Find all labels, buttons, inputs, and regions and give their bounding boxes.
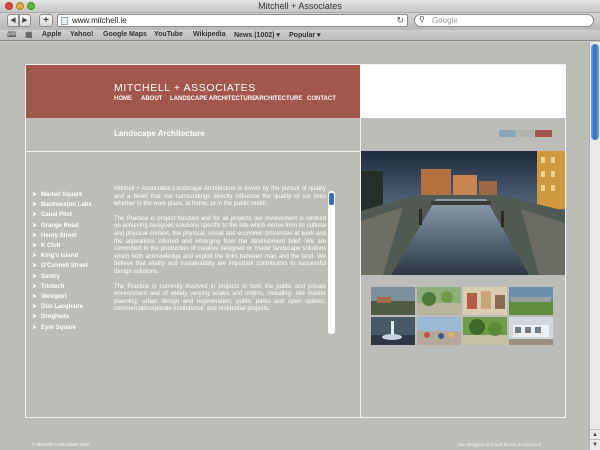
thumbnail[interactable] (509, 317, 553, 345)
bookmarks-book-icon[interactable]: 🕮 (7, 31, 18, 39)
page-icon (61, 17, 68, 25)
nav-contact[interactable]: CONTACT (307, 96, 336, 102)
intro-paragraph: The Practice is currently involved in pr… (114, 283, 326, 313)
color-swatch-red[interactable] (535, 130, 552, 137)
site-logo-text[interactable]: MITCHELL + ASSOCIATES (114, 82, 256, 94)
project-link[interactable]: ➤ Henry Street (32, 232, 77, 239)
nav-architecture[interactable]: ARCHITECTURE (255, 96, 302, 102)
window-title: Mitchell + Associates (258, 1, 342, 11)
web-page: MITCHELL + ASSOCIATES HOME ABOUT LANDSCA… (0, 42, 589, 450)
project-link[interactable]: ➤ Trintech (32, 283, 64, 290)
arrow-icon: ➤ (32, 212, 38, 219)
thumbnail[interactable] (371, 317, 415, 345)
arrow-icon: ➤ (32, 314, 38, 321)
thumbnail[interactable] (417, 317, 461, 345)
arrow-icon: ➤ (32, 243, 38, 249)
window-titlebar: Mitchell + Associates (0, 0, 600, 13)
arrow-icon: ➤ (32, 304, 38, 311)
reload-icon[interactable]: ↻ (396, 15, 404, 26)
intro-text: Mitchell + Associates Landscape Architec… (114, 186, 326, 321)
scroll-up-icon[interactable]: ▲ (590, 429, 600, 439)
url-text: www.mitchell.ie (72, 16, 127, 25)
arrow-icon: ➤ (32, 202, 38, 209)
main-project-photo (361, 151, 565, 275)
nav-about[interactable]: ABOUT (141, 96, 162, 102)
forward-button[interactable]: ▶ (19, 14, 31, 27)
top-sites-grid-icon[interactable]: ▦ (25, 31, 34, 39)
bookmarks-bar: 🕮 ▦ Apple Yahoo! Google Maps YouTube Wik… (0, 30, 600, 41)
address-bar[interactable]: www.mitchell.ie ↻ (57, 14, 408, 27)
thumbnail[interactable] (509, 287, 553, 315)
nav-landscape-architecture[interactable]: LANDSCAPE ARCHITECTURE (170, 96, 256, 102)
project-link[interactable]: ➤ Drogheda (32, 313, 69, 320)
search-icon: ⚲ (419, 15, 425, 24)
page-scroll-thumb[interactable] (591, 44, 599, 140)
project-link[interactable]: ➤ O'Connell Street (32, 262, 88, 269)
project-link[interactable]: ➤ Eyre Square (32, 324, 76, 331)
bookmark-apple[interactable]: Apple (42, 31, 61, 38)
project-link[interactable]: ➤ Dún Laoghaire (32, 303, 83, 310)
arrow-icon: ➤ (32, 294, 38, 300)
page-scrollbar[interactable]: ▲ ▼ (589, 42, 600, 450)
nav-home[interactable]: HOME (114, 96, 132, 102)
arrow-icon: ➤ (32, 273, 38, 280)
intro-paragraph: Mitchell + Associates Landscape Architec… (114, 186, 326, 208)
bookmark-news[interactable]: News (1002) ▾ (234, 31, 280, 39)
thumbnail[interactable] (417, 287, 461, 315)
thumbnail[interactable] (371, 287, 415, 315)
text-scroll-thumb[interactable] (329, 193, 334, 205)
color-swatch-grey[interactable] (517, 130, 534, 137)
project-link[interactable]: ➤ Santry (32, 273, 60, 280)
header-banner: MITCHELL + ASSOCIATES HOME ABOUT LANDSCA… (26, 65, 360, 118)
back-button[interactable]: ◀ (7, 14, 19, 27)
text-scrollbar[interactable] (328, 191, 335, 334)
project-link[interactable]: ➤ K Club (32, 242, 60, 249)
bookmark-yahoo[interactable]: Yahoo! (70, 31, 93, 38)
project-link[interactable]: ➤ King's Island (32, 252, 78, 259)
project-link[interactable]: ➤ Grange Road (32, 222, 79, 229)
credits-link[interactable]: site designed and built by our productio… (458, 442, 541, 447)
add-bookmark-button[interactable]: + (39, 14, 53, 27)
project-link[interactable]: ➤ Canal Pilot (32, 211, 72, 218)
arrow-icon: ➤ (32, 192, 38, 198)
intro-paragraph: The Practice is project focused and for … (114, 215, 326, 275)
copyright-text: © Mitchell + Associates 2005 (32, 442, 90, 447)
arrow-icon: ➤ (32, 263, 38, 270)
thumbnail[interactable] (463, 287, 507, 315)
bookmark-popular[interactable]: Popular ▾ (289, 31, 321, 39)
section-title: Landscape Architecture (114, 129, 205, 138)
arrow-icon: ➤ (32, 324, 38, 331)
site-frame: MITCHELL + ASSOCIATES HOME ABOUT LANDSCA… (25, 64, 566, 418)
header-white-panel (360, 65, 565, 118)
bookmark-google-maps[interactable]: Google Maps (103, 31, 147, 38)
project-link[interactable]: ➤ Backweston Labs (32, 201, 92, 208)
arrow-icon: ➤ (32, 222, 38, 229)
bookmark-wikipedia[interactable]: Wikipedia (193, 31, 226, 38)
bookmark-youtube[interactable]: YouTube (154, 31, 183, 38)
thumbnail[interactable] (463, 317, 507, 345)
arrow-icon: ➤ (32, 283, 38, 290)
arrow-icon: ➤ (32, 232, 38, 239)
project-link[interactable]: ➤ Market Square (32, 191, 82, 198)
search-input[interactable]: ⚲ Google (414, 14, 594, 27)
arrow-icon: ➤ (32, 253, 38, 260)
scroll-down-icon[interactable]: ▼ (590, 439, 600, 450)
browser-toolbar: ◀ ▶ + www.mitchell.ie ↻ ⚲ Google (0, 13, 600, 30)
search-placeholder: Google (432, 16, 458, 25)
project-link[interactable]: ➤ Westport (32, 293, 67, 300)
color-swatch-blue[interactable] (499, 130, 516, 137)
